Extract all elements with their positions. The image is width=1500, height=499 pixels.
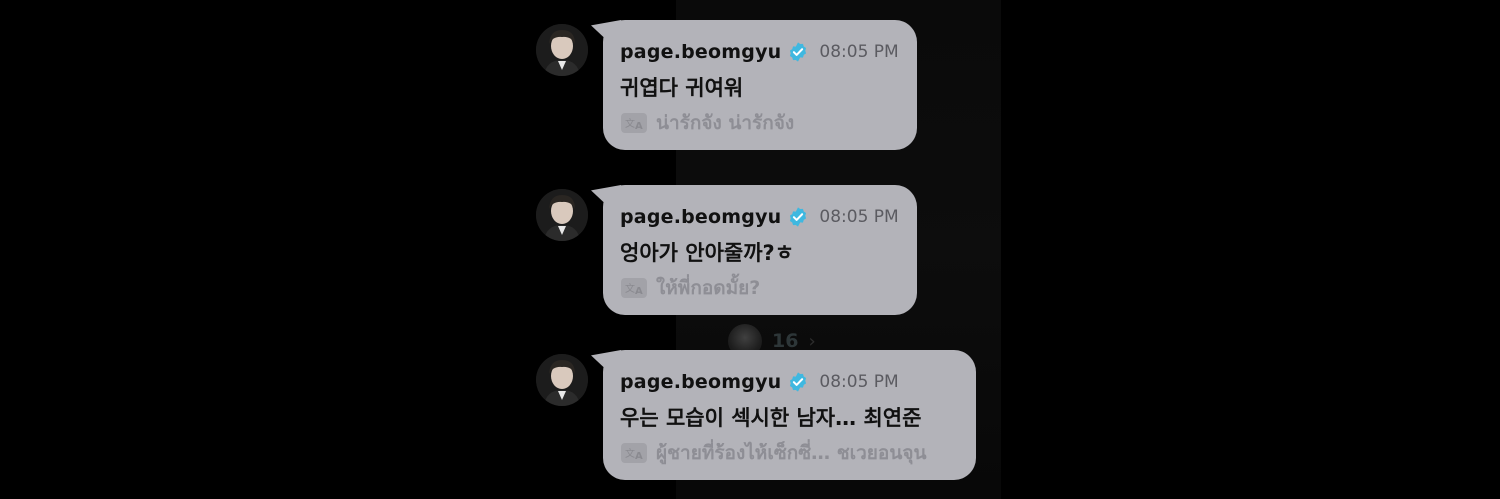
translation-row: 文 A ผู้ชายที่ร้องไห้เซ็กซี่… ชเวยอนจุน bbox=[620, 438, 958, 468]
reaction-count: 16 bbox=[772, 330, 799, 352]
message-header: page.beomgyu 08:05 PM bbox=[620, 38, 899, 66]
username[interactable]: page.beomgyu bbox=[620, 206, 781, 228]
chat-message[interactable]: page.beomgyu 08:05 PM 엉아가 안아줄까?ㅎ 文 A ให้… bbox=[536, 185, 996, 315]
svg-text:A: A bbox=[635, 451, 643, 462]
svg-text:文: 文 bbox=[625, 282, 635, 295]
translation-text: ผู้ชายที่ร้องไห้เซ็กซี่… ชเวยอนจุน bbox=[656, 442, 927, 464]
verified-badge-icon bbox=[790, 207, 807, 227]
message-text: 우는 모습이 섹시한 남자… 최연준 bbox=[620, 406, 922, 430]
timestamp: 08:05 PM bbox=[819, 42, 899, 62]
svg-text:文: 文 bbox=[625, 447, 635, 460]
chevron-right-icon: › bbox=[808, 330, 816, 352]
username[interactable]: page.beomgyu bbox=[620, 371, 781, 393]
avatar[interactable] bbox=[536, 24, 588, 76]
translation-row: 文 A ให้พี่กอดมั้ย? bbox=[620, 273, 899, 303]
translate-icon: 文 A bbox=[621, 278, 647, 298]
translation-row: 文 A น่ารักจัง น่ารักจัง bbox=[620, 108, 899, 138]
message-text: 엉아가 안아줄까?ㅎ bbox=[620, 241, 795, 265]
verified-badge-icon bbox=[790, 372, 807, 392]
message-header: page.beomgyu 08:05 PM bbox=[620, 203, 899, 231]
svg-text:A: A bbox=[635, 286, 643, 297]
svg-text:文: 文 bbox=[625, 117, 635, 130]
message-bubble[interactable]: page.beomgyu 08:05 PM 우는 모습이 섹시한 남자… 최연준… bbox=[603, 350, 976, 480]
avatar[interactable] bbox=[536, 354, 588, 406]
chat-screen: 16 › page.beomgyu 08:05 PM 귀엽다 귀여워 文 A น… bbox=[0, 0, 1500, 499]
svg-text:A: A bbox=[635, 121, 643, 132]
timestamp: 08:05 PM bbox=[819, 372, 899, 392]
message-bubble[interactable]: page.beomgyu 08:05 PM 엉아가 안아줄까?ㅎ 文 A ให้… bbox=[603, 185, 917, 315]
translation-text: ให้พี่กอดมั้ย? bbox=[656, 277, 761, 299]
chat-message[interactable]: page.beomgyu 08:05 PM 귀엽다 귀여워 文 A น่ารัก… bbox=[536, 20, 996, 150]
translate-icon: 文 A bbox=[621, 113, 647, 133]
translate-icon: 文 A bbox=[621, 443, 647, 463]
message-header: page.beomgyu 08:05 PM bbox=[620, 368, 958, 396]
message-text: 귀엽다 귀여워 bbox=[620, 76, 744, 100]
avatar[interactable] bbox=[536, 189, 588, 241]
username[interactable]: page.beomgyu bbox=[620, 41, 781, 63]
chat-message[interactable]: page.beomgyu 08:05 PM 우는 모습이 섹시한 남자… 최연준… bbox=[536, 350, 996, 480]
verified-badge-icon bbox=[790, 42, 807, 62]
translation-text: น่ารักจัง น่ารักจัง bbox=[656, 112, 795, 134]
message-bubble[interactable]: page.beomgyu 08:05 PM 귀엽다 귀여워 文 A น่ารัก… bbox=[603, 20, 917, 150]
timestamp: 08:05 PM bbox=[819, 207, 899, 227]
